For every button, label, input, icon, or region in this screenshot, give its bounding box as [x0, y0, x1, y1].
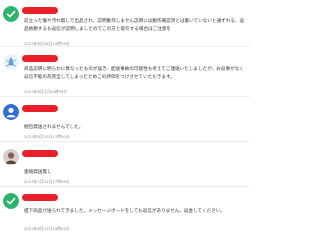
divider — [0, 46, 250, 47]
photo-avatar-icon[interactable] — [3, 149, 19, 165]
review-text: 値下商品が送られてきました。メッセージボードをしても返信がありません。返金してく… — [24, 209, 225, 214]
redacted-username[interactable] — [22, 7, 58, 14]
redacted-username[interactable] — [22, 150, 58, 157]
redacted-username[interactable] — [22, 105, 58, 112]
review-timestamp: 2023年8月4日04時59分 — [24, 89, 68, 94]
review-timestamp: 2023年8月30日17時30分 — [24, 134, 70, 139]
divider — [0, 96, 250, 97]
green-check-avatar-icon[interactable] — [3, 193, 19, 209]
review-text: 商品説明に明らかに異なったものが届き、配送事故の可能性も考えてご連絡いたしました… — [24, 67, 244, 80]
review-text: 梱包発送されませんでした。 — [24, 125, 84, 130]
green-check-avatar-icon[interactable] — [3, 6, 19, 22]
review-timestamp: 2023年8月22日20時42分 — [24, 226, 70, 231]
default-user-avatar-icon[interactable] — [3, 104, 19, 120]
divider — [0, 141, 250, 142]
review-list: 前立った傷や汚れ無しで出品され、説明動作しません説明には動作確認済とは書いていな… — [0, 0, 250, 240]
review-text: 連絡発送無し — [24, 170, 52, 175]
redacted-username[interactable] — [22, 55, 58, 62]
redacted-username[interactable] — [22, 194, 58, 201]
splash-avatar-icon[interactable] — [3, 54, 19, 70]
divider — [0, 186, 250, 187]
review-timestamp: 2023年7月22日17時58分 — [24, 179, 70, 184]
review-text: 前立った傷や汚れ無しで出品され、説明動作しません説明には動作確認済とは書いていな… — [24, 19, 245, 32]
